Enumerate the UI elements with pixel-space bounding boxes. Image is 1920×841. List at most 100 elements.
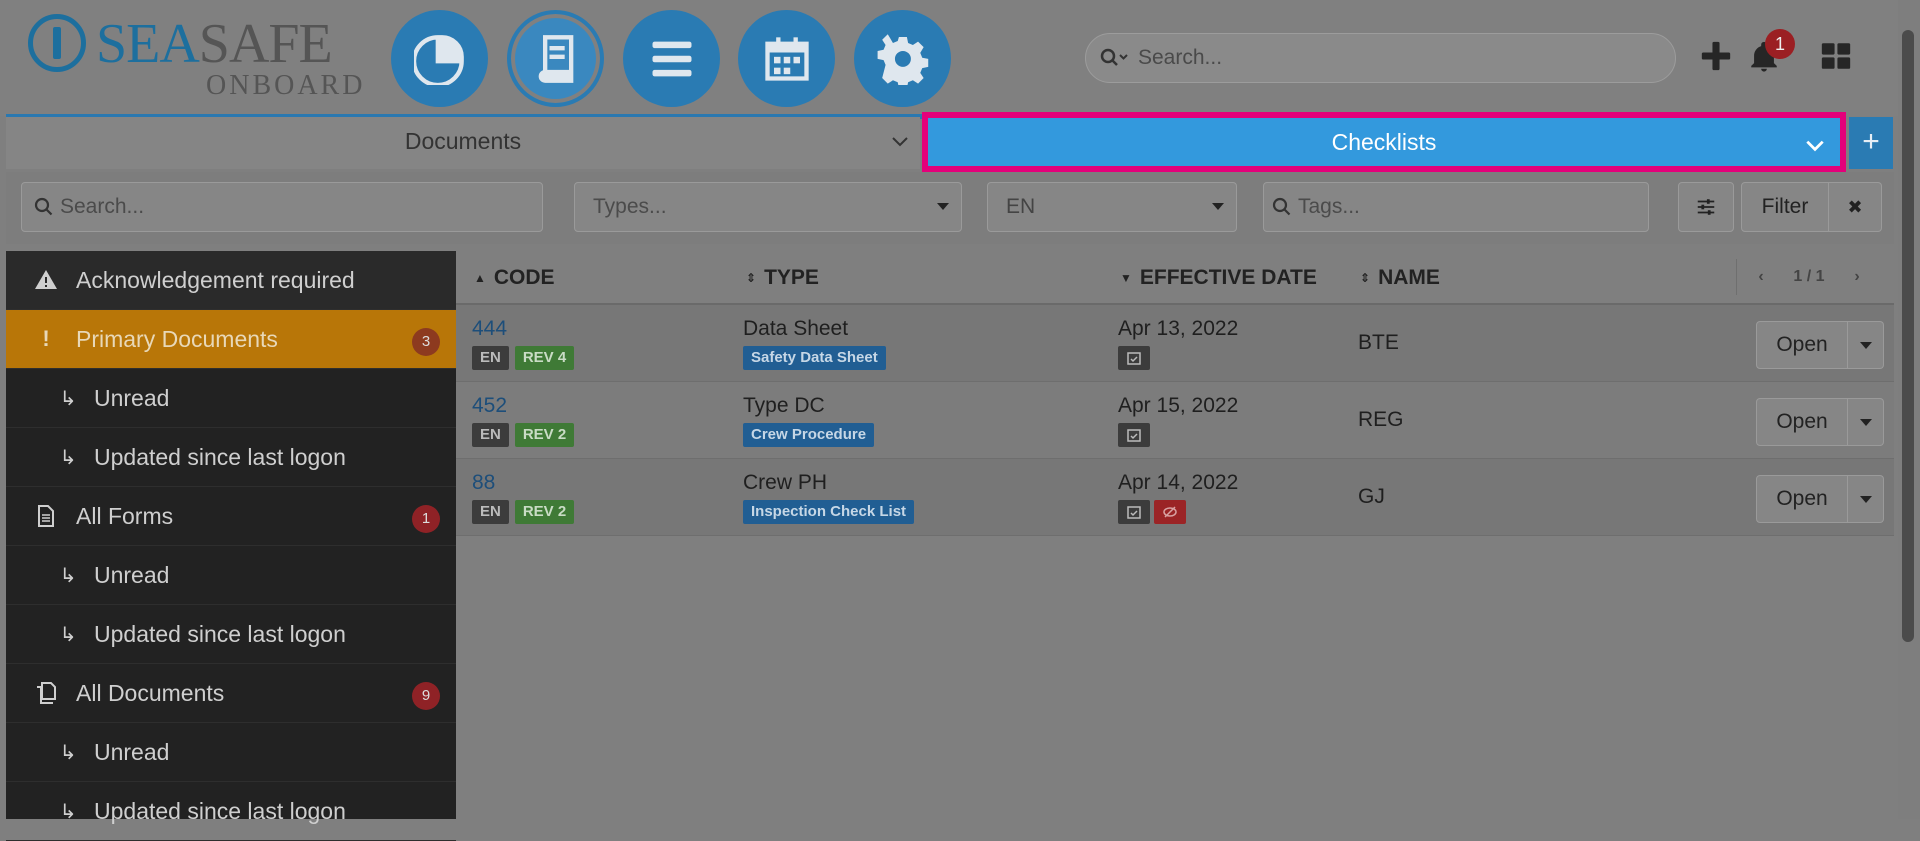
sidebar-item-label: Updated since last logon bbox=[94, 443, 346, 470]
tab-checklists-label: Checklists bbox=[1331, 129, 1437, 155]
sidebar-item-updated[interactable]: ↳ Updated since last logon bbox=[6, 605, 456, 664]
trident-logo-icon bbox=[28, 14, 86, 72]
type-tag: Crew Procedure bbox=[743, 423, 875, 447]
plus-icon bbox=[1701, 41, 1731, 71]
documents-icon bbox=[28, 681, 64, 705]
table-row[interactable]: 452 EN REV 2 Type DC Crew Procedure Apr 1… bbox=[456, 382, 1894, 459]
pager-prev-button[interactable]: ‹ bbox=[1737, 259, 1785, 295]
tab-checklists[interactable]: Checklists bbox=[922, 112, 1846, 172]
column-effective-date[interactable]: ▼ EFFECTIVE DATE bbox=[1120, 266, 1317, 290]
seasafe-logo[interactable]: SEASAFE ONBOARD bbox=[28, 12, 362, 101]
sidebar-item-label: Updated since last logon bbox=[94, 797, 346, 824]
scrollbar-thumb[interactable] bbox=[1902, 30, 1914, 642]
open-dropdown-button[interactable] bbox=[1848, 321, 1884, 369]
sidebar-item-unread[interactable]: ↳ Unread bbox=[6, 369, 456, 428]
sidebar-item-unread[interactable]: ↳ Unread bbox=[6, 546, 456, 605]
document-type: Data Sheet bbox=[743, 317, 849, 340]
filter-bar: Types... EN Filter ✖ bbox=[6, 172, 1894, 244]
chevron-down-icon bbox=[892, 137, 908, 147]
tags-input[interactable] bbox=[1296, 194, 1646, 220]
open-button[interactable]: Open bbox=[1756, 475, 1848, 523]
warning-icon bbox=[28, 268, 64, 292]
global-search-input[interactable] bbox=[1136, 45, 1640, 71]
sidebar-item-label: Primary Documents bbox=[76, 325, 278, 352]
table-row[interactable]: 444 EN REV 4 Data Sheet Safety Data Sheet… bbox=[456, 305, 1894, 382]
caret-down-icon bbox=[937, 203, 949, 210]
chevron-down-icon bbox=[1806, 140, 1824, 152]
calendar-button[interactable] bbox=[738, 10, 835, 107]
type-tag: Inspection Check List bbox=[743, 500, 915, 524]
pager-next-button[interactable]: › bbox=[1833, 259, 1881, 295]
column-name[interactable]: ⇕ NAME bbox=[1360, 266, 1440, 290]
tab-documents[interactable]: Documents bbox=[6, 117, 920, 169]
document-search-field[interactable] bbox=[21, 182, 543, 232]
sub-arrow-icon: ↳ bbox=[59, 564, 77, 587]
document-search-input[interactable] bbox=[58, 194, 530, 220]
documents-button[interactable] bbox=[507, 10, 604, 107]
grid-icon bbox=[1821, 43, 1851, 69]
global-search[interactable] bbox=[1085, 33, 1676, 83]
book-icon bbox=[538, 34, 573, 83]
gear-icon bbox=[877, 33, 928, 85]
document-code-link[interactable]: 452 bbox=[472, 394, 580, 418]
types-select[interactable]: Types... bbox=[574, 182, 962, 232]
sub-arrow-icon: ↳ bbox=[59, 446, 77, 469]
effective-date: Apr 15, 2022 bbox=[1118, 394, 1239, 417]
sub-arrow-icon: ↳ bbox=[59, 623, 77, 646]
add-tab-button[interactable]: + bbox=[1849, 117, 1893, 169]
sort-desc-icon: ▼ bbox=[1120, 271, 1132, 285]
menu-icon bbox=[652, 41, 691, 76]
open-dropdown-button[interactable] bbox=[1848, 398, 1884, 446]
calendar-check-icon bbox=[1118, 423, 1150, 447]
sort-asc-icon: ▲ bbox=[474, 271, 486, 285]
sidebar-item-updated[interactable]: ↳ Updated since last logon bbox=[6, 428, 456, 487]
language-select[interactable]: EN bbox=[987, 182, 1237, 232]
menu-button[interactable] bbox=[623, 10, 720, 107]
add-button[interactable] bbox=[1696, 34, 1736, 78]
sidebar-item-primary-documents[interactable]: ! Primary Documents 3 bbox=[6, 310, 456, 369]
sidebar-item-unread[interactable]: ↳ Unread bbox=[6, 723, 456, 782]
language-tag: EN bbox=[472, 500, 509, 524]
sidebar-item-label: All Documents bbox=[76, 679, 225, 706]
documents-table: ▲ CODE ⇕ TYPE ▼ EFFECTIVE DATE ⇕ NAME ‹ 1 / … bbox=[456, 251, 1894, 819]
effective-date: Apr 13, 2022 bbox=[1118, 317, 1239, 340]
sidebar: Acknowledgement required ! Primary Docum… bbox=[6, 251, 456, 841]
exclamation-icon: ! bbox=[42, 326, 50, 351]
search-icon bbox=[1272, 197, 1291, 216]
dashboard-button[interactable] bbox=[391, 10, 488, 107]
open-dropdown-button[interactable] bbox=[1848, 475, 1884, 523]
page-scrollbar[interactable] bbox=[1898, 0, 1920, 819]
types-placeholder: Types... bbox=[593, 195, 667, 218]
language-tag: EN bbox=[472, 346, 509, 370]
sidebar-item-updated[interactable]: ↳ Updated since last logon bbox=[6, 782, 456, 841]
eye-slash-icon bbox=[1154, 500, 1186, 524]
column-type[interactable]: ⇕ TYPE bbox=[746, 266, 819, 290]
language-tag: EN bbox=[472, 423, 509, 447]
sidebar-item-all-forms[interactable]: All Forms 1 bbox=[6, 487, 456, 546]
pager: ‹ 1 / 1 › bbox=[1736, 259, 1881, 295]
sort-icon: ⇕ bbox=[1360, 271, 1371, 285]
column-code[interactable]: ▲ CODE bbox=[474, 266, 555, 290]
filter-button[interactable]: Filter bbox=[1741, 182, 1829, 232]
sub-arrow-icon: ↳ bbox=[59, 387, 77, 410]
sidebar-item-all-documents[interactable]: All Documents 9 bbox=[6, 664, 456, 723]
document-name: REG bbox=[1358, 408, 1404, 431]
document-code-link[interactable]: 444 bbox=[472, 317, 580, 341]
document-code-link[interactable]: 88 bbox=[472, 471, 580, 495]
clear-filter-button[interactable]: ✖ bbox=[1829, 182, 1882, 232]
advanced-filter-button[interactable] bbox=[1678, 182, 1734, 232]
sidebar-item-label: Unread bbox=[94, 738, 170, 765]
open-button[interactable]: Open bbox=[1756, 398, 1848, 446]
sidebar-item-acknowledgement[interactable]: Acknowledgement required bbox=[6, 251, 456, 310]
apps-grid-button[interactable] bbox=[1816, 34, 1856, 78]
document-type: Crew PH bbox=[743, 471, 828, 494]
tab-documents-label: Documents bbox=[404, 128, 522, 154]
tags-field[interactable] bbox=[1263, 182, 1649, 232]
document-name: BTE bbox=[1358, 331, 1399, 354]
table-row[interactable]: 88 EN REV 2 Crew PH Inspection Check List… bbox=[456, 459, 1894, 536]
document-name: GJ bbox=[1358, 485, 1385, 508]
open-button[interactable]: Open bbox=[1756, 321, 1848, 369]
sliders-icon bbox=[1697, 199, 1715, 215]
calendar-icon bbox=[764, 36, 809, 81]
settings-button[interactable] bbox=[854, 10, 951, 107]
